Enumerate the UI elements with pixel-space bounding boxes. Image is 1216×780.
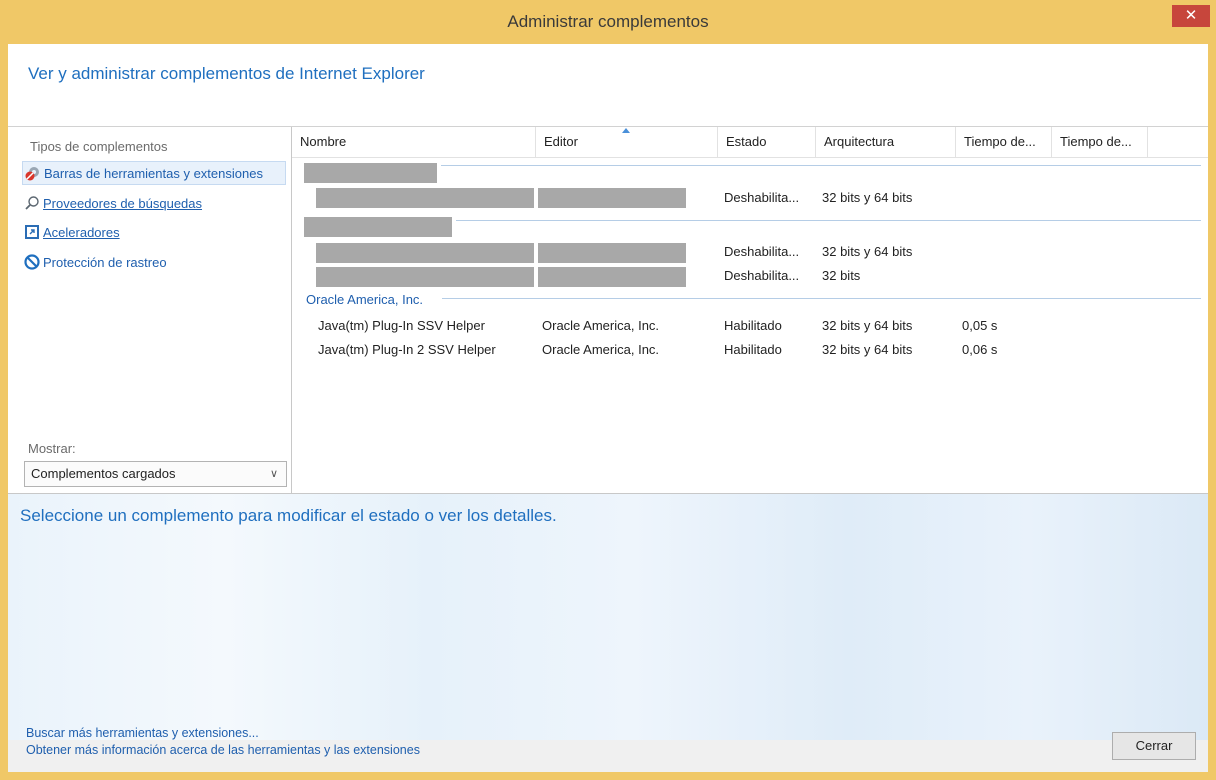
redacted-name	[316, 243, 534, 263]
category-label: Aceleradores	[43, 224, 120, 240]
client-area: Ver y administrar complementos de Intern…	[8, 44, 1208, 772]
category-search-providers[interactable]: Proveedores de búsquedas	[24, 191, 202, 215]
learn-more-extensions-link[interactable]: Obtener más información acerca de las he…	[26, 743, 420, 757]
redacted-name	[316, 188, 534, 208]
redacted-publisher	[538, 243, 686, 263]
row-architecture: 32 bits y 64 bits	[822, 244, 913, 259]
column-header-publisher[interactable]: Editor	[536, 127, 718, 157]
redacted-group-header	[304, 163, 437, 183]
column-header-status[interactable]: Estado	[718, 127, 816, 157]
column-header-load-time[interactable]: Tiempo de...	[956, 127, 1052, 157]
chevron-down-icon: ∨	[269, 468, 278, 480]
column-header-name[interactable]: Nombre	[292, 127, 536, 157]
row-publisher: Oracle America, Inc.	[542, 318, 660, 333]
sort-ascending-icon	[622, 128, 630, 133]
accelerator-icon	[24, 224, 40, 240]
row-name: Java(tm) Plug-In 2 SSV Helper	[318, 342, 496, 357]
column-header-architecture[interactable]: Arquitectura	[816, 127, 956, 157]
category-label: Protección de rastreo	[43, 254, 167, 270]
category-toolbars-extensions[interactable]: Barras de herramientas y extensiones	[22, 161, 286, 185]
redacted-publisher	[538, 188, 686, 208]
header: Ver y administrar complementos de Intern…	[8, 44, 1208, 127]
show-dropdown-value: Complementos cargados	[31, 466, 176, 481]
row-architecture: 32 bits y 64 bits	[822, 342, 913, 357]
find-more-extensions-link[interactable]: Buscar más herramientas y extensiones...	[26, 726, 259, 740]
row-status: Habilitado	[724, 342, 782, 357]
search-icon	[24, 195, 40, 211]
window-title: Administrar complementos	[507, 12, 709, 31]
row-status: Deshabilita...	[724, 190, 800, 205]
addon-types-panel: Tipos de complementos Barras de herramie…	[8, 127, 292, 493]
row-name: Java(tm) Plug-In SSV Helper	[318, 318, 485, 333]
header-title: Ver y administrar complementos de Intern…	[28, 64, 425, 83]
main-area: Tipos de complementos Barras de herramie…	[8, 127, 1208, 494]
row-architecture: 32 bits	[822, 268, 861, 283]
row-load-time: 0,06 s	[962, 342, 998, 357]
row-architecture: 32 bits y 64 bits	[822, 190, 913, 205]
row-status: Deshabilita...	[724, 244, 800, 259]
column-header-navigation-time[interactable]: Tiempo de...	[1052, 127, 1148, 157]
category-label: Barras de herramientas y extensiones	[44, 165, 263, 181]
group-separator	[456, 220, 1201, 221]
close-button[interactable]: Cerrar	[1112, 732, 1196, 760]
column-header-row: Nombre Editor Estado Arquitectura Tiempo…	[292, 127, 1208, 158]
dialog-window: Administrar complementos ✕ Ver y adminis…	[0, 0, 1216, 780]
group-separator	[441, 165, 1201, 166]
row-publisher: Oracle America, Inc.	[542, 342, 660, 357]
addons-list[interactable]: Nombre Editor Estado Arquitectura Tiempo…	[292, 127, 1208, 493]
row-status: Deshabilita...	[724, 268, 800, 283]
group-separator	[442, 298, 1201, 299]
row-architecture: 32 bits y 64 bits	[822, 318, 913, 333]
show-label: Mostrar:	[28, 441, 76, 456]
category-tracking-protection[interactable]: Protección de rastreo	[24, 250, 167, 274]
redacted-name	[316, 267, 534, 287]
row-load-time: 0,05 s	[962, 318, 998, 333]
redacted-group-header	[304, 217, 452, 237]
category-label: Proveedores de búsquedas	[43, 195, 203, 211]
group-header-publisher: Oracle America, Inc.	[306, 292, 424, 307]
row-status: Habilitado	[724, 318, 782, 333]
redacted-publisher	[538, 267, 686, 287]
title-bar[interactable]: Administrar complementos ✕	[0, 0, 1216, 44]
category-accelerators[interactable]: Aceleradores	[24, 220, 120, 244]
addon-types-title: Tipos de complementos	[30, 139, 168, 154]
close-window-button[interactable]: ✕	[1172, 5, 1210, 27]
tracking-protection-icon	[24, 254, 40, 270]
show-dropdown[interactable]: Complementos cargados ∨	[24, 461, 287, 487]
gear-block-icon	[25, 165, 41, 181]
details-message: Seleccione un complemento para modificar…	[20, 506, 557, 525]
details-pane: Seleccione un complemento para modificar…	[8, 494, 1208, 740]
